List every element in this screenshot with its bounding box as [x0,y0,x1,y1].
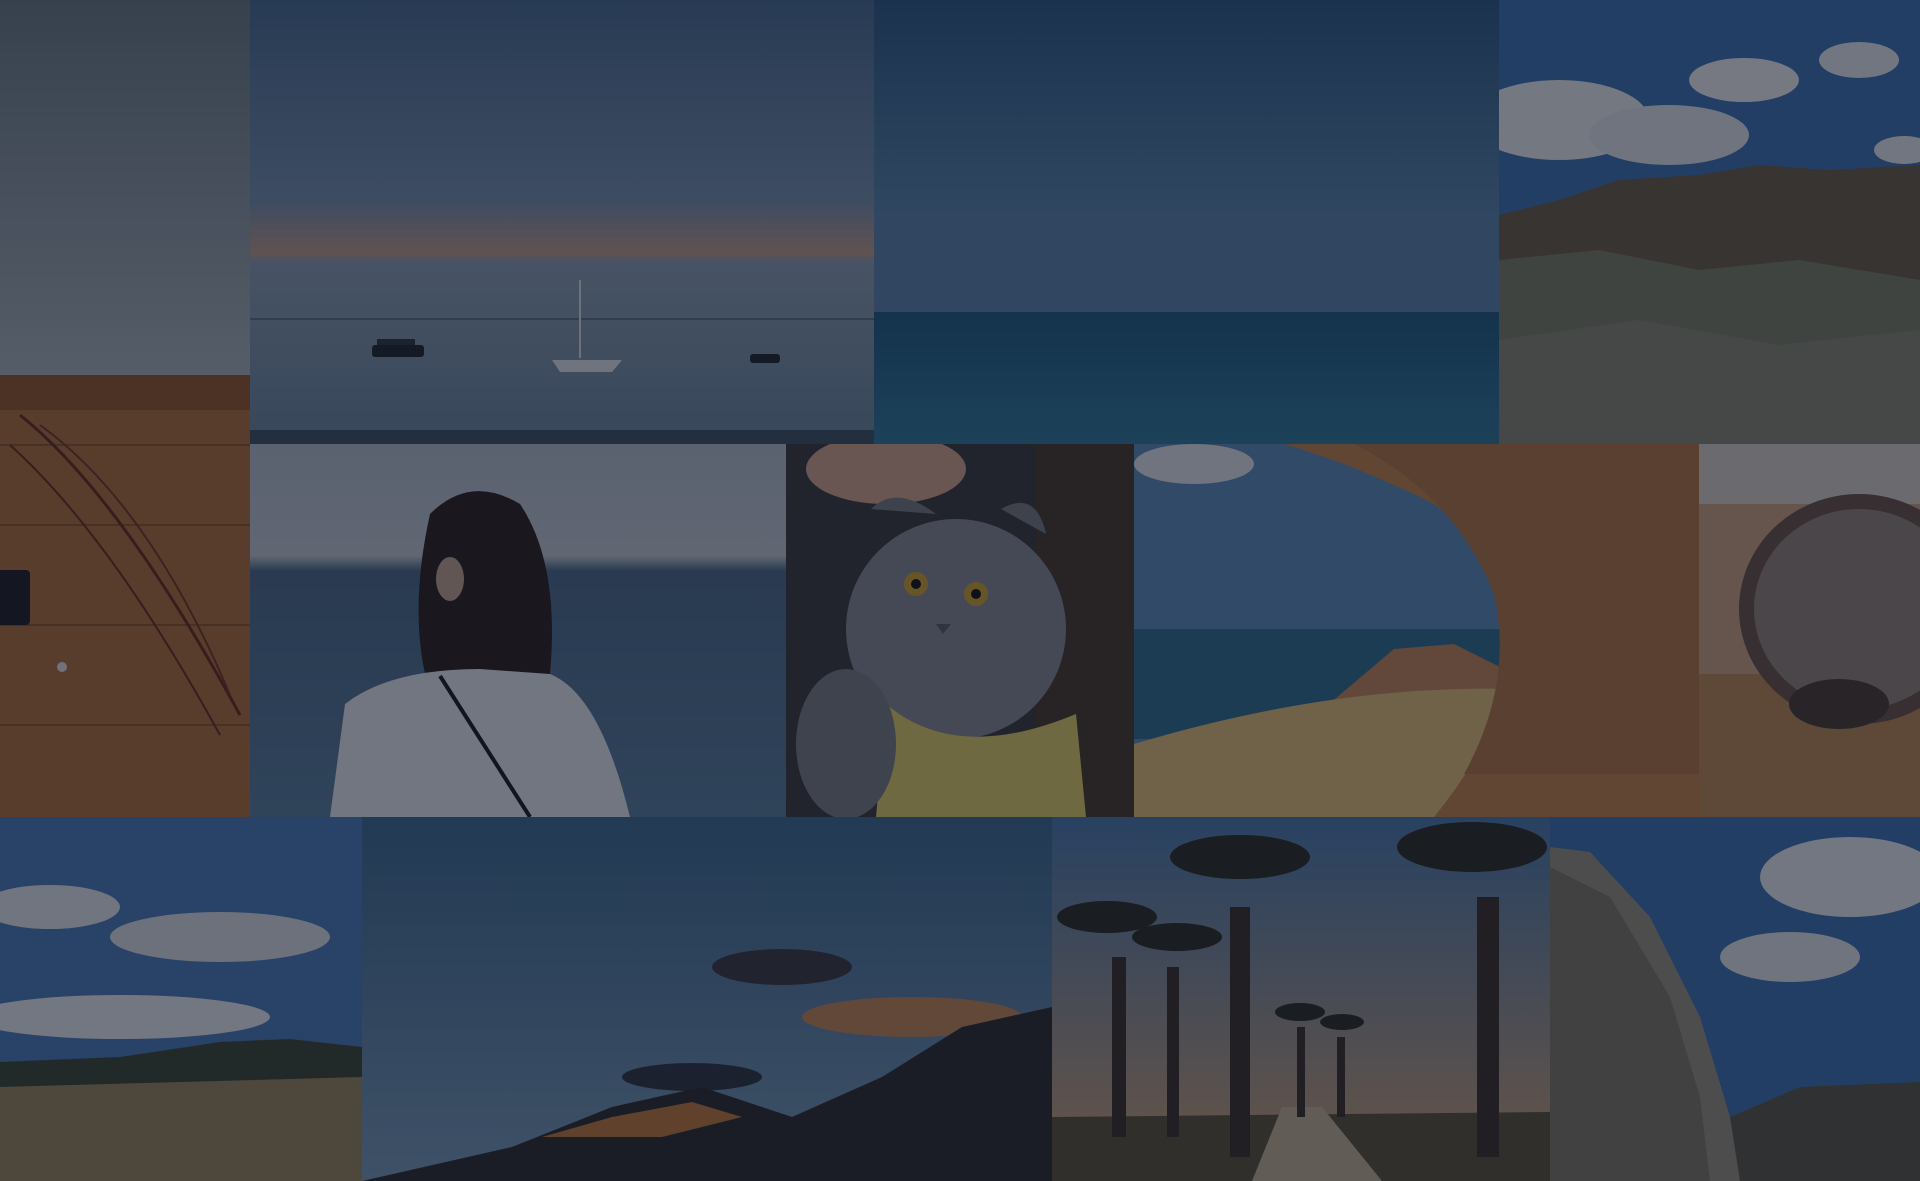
photo-woman-by-sea[interactable] [250,444,786,817]
photo-grey-scottish-fold-cat[interactable] [786,444,1134,817]
photo-overcast-sky[interactable] [0,0,250,375]
photo-rocky-cliff-clouds[interactable] [1499,0,1920,444]
photo-wooden-table-twigs[interactable] [0,375,250,817]
photo-gallery-grid [0,0,1920,1181]
photo-sea-cave-beach[interactable] [1134,444,1699,817]
photo-savanna-plain[interactable] [0,817,362,1181]
photo-hedgehog[interactable] [1699,444,1920,817]
photo-sailboats-at-dusk[interactable] [250,0,874,444]
photo-open-sea-horizon[interactable] [874,0,1499,444]
photo-rock-cliff-sky[interactable] [1550,817,1920,1181]
photo-mountain-sunset[interactable] [362,817,1052,1181]
photo-baobab-avenue[interactable] [1052,817,1550,1181]
